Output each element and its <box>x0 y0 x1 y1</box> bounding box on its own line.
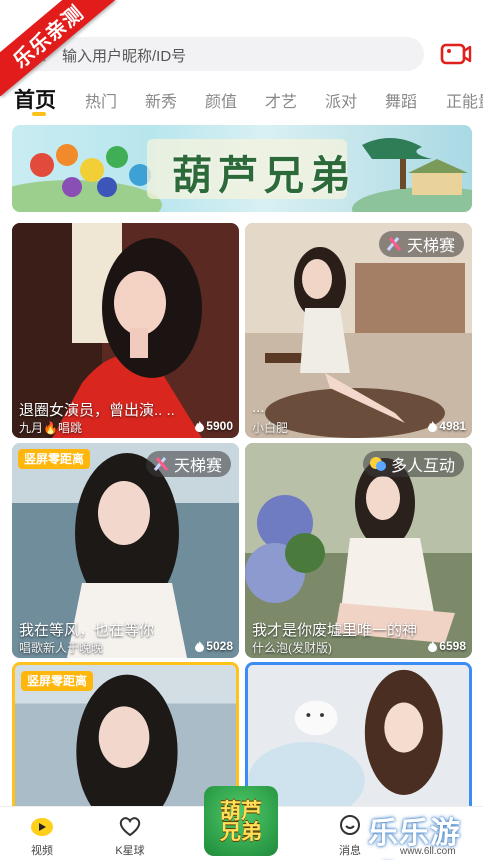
nav-center-label: 葫芦兄弟 <box>220 798 262 844</box>
message-icon <box>340 815 360 835</box>
promo-banner[interactable]: 葫芦兄弟 <box>12 125 472 212</box>
nav-planet-label: K星球 <box>115 845 145 857</box>
heat-count: 5028 <box>195 639 233 653</box>
heat-value: 6598 <box>439 639 466 653</box>
watermark-url: www.6ll.com <box>400 846 456 857</box>
card-title: 我在等风，也在等你 <box>19 622 155 639</box>
multi-interaction-text: 多人互动 <box>390 458 455 475</box>
multi-interaction-badge: 多人互动 <box>362 451 464 477</box>
tab-positive[interactable]: 正能量 <box>446 88 483 112</box>
category-tabs: 首页 热门 新秀 颜值 才艺 派对 舞蹈 正能量 <box>0 82 483 118</box>
banner-title: 葫芦兄弟 <box>172 152 356 199</box>
nav-video[interactable]: 视频 <box>12 813 72 858</box>
streamer-photo <box>248 665 469 819</box>
flame-icon <box>195 640 205 652</box>
tab-talent[interactable]: 才艺 <box>265 88 297 112</box>
heat-value: 5900 <box>206 419 233 433</box>
flame-icon <box>428 640 438 652</box>
card-title: 退圈女演员，曾出演.. .. <box>19 402 175 419</box>
search-input[interactable]: 输入用户昵称/ID号 <box>14 37 424 71</box>
ladder-badge: 天梯赛 <box>145 451 231 477</box>
chat-bubbles-icon <box>369 457 386 471</box>
search-placeholder: 输入用户昵称/ID号 <box>62 48 187 65</box>
card-subtitle: 九月🔥唱跳 <box>19 421 82 435</box>
live-card[interactable]: 退圈女演员，曾出演.. .. 九月🔥唱跳 5900 <box>12 223 239 438</box>
tab-looks[interactable]: 颜值 <box>205 88 237 112</box>
tab-dance[interactable]: 舞蹈 <box>385 88 417 112</box>
card-title: ... <box>252 399 265 416</box>
tab-hot[interactable]: 热门 <box>85 88 117 112</box>
vertical-screen-tag: 竖屏零距离 <box>21 671 94 691</box>
heat-value: 5028 <box>206 639 233 653</box>
heat-value: 4981 <box>439 419 466 433</box>
live-card[interactable]: 天梯赛 ... 小白肥 4981 <box>245 223 472 438</box>
heat-count: 5900 <box>195 419 233 433</box>
tab-home[interactable]: 首页 <box>14 84 56 114</box>
nav-video-label: 视频 <box>31 845 53 857</box>
tab-party[interactable]: 派对 <box>325 88 357 112</box>
card-subtitle: 唱歌新人于晚晚 <box>19 641 104 655</box>
live-card[interactable]: 多人互动 我才是你废墟里唯一的神 什么泡(发财版) 6598 <box>245 443 472 658</box>
heat-count: 6598 <box>428 639 466 653</box>
flame-icon <box>195 420 205 432</box>
live-card[interactable] <box>245 662 472 822</box>
heart-icon <box>119 817 141 837</box>
card-title: 我才是你废墟里唯一的神 <box>252 622 418 639</box>
ladder-badge: 天梯赛 <box>378 231 464 257</box>
card-subtitle: 小白肥 <box>252 421 289 435</box>
live-card[interactable]: 竖屏零距离 天梯赛 我在等风，也在等你 唱歌新人于晚晚 5028 <box>12 443 239 658</box>
vertical-screen-tag: 竖屏零距离 <box>18 449 91 469</box>
video-icon <box>31 818 53 836</box>
nav-center-button[interactable]: 葫芦兄弟 <box>204 786 278 856</box>
tab-newbie[interactable]: 新秀 <box>145 88 177 112</box>
nav-planet[interactable]: K星球 <box>100 813 160 858</box>
swords-icon <box>386 237 402 251</box>
live-camera-icon[interactable] <box>440 40 472 68</box>
active-tab-indicator <box>32 112 46 116</box>
card-subtitle: 什么泡(发财版) <box>252 641 332 655</box>
swords-icon <box>153 457 169 471</box>
flame-icon <box>428 420 438 432</box>
ladder-badge-text: 天梯赛 <box>173 458 222 475</box>
heat-count: 4981 <box>428 419 466 433</box>
ladder-badge-text: 天梯赛 <box>406 238 455 255</box>
